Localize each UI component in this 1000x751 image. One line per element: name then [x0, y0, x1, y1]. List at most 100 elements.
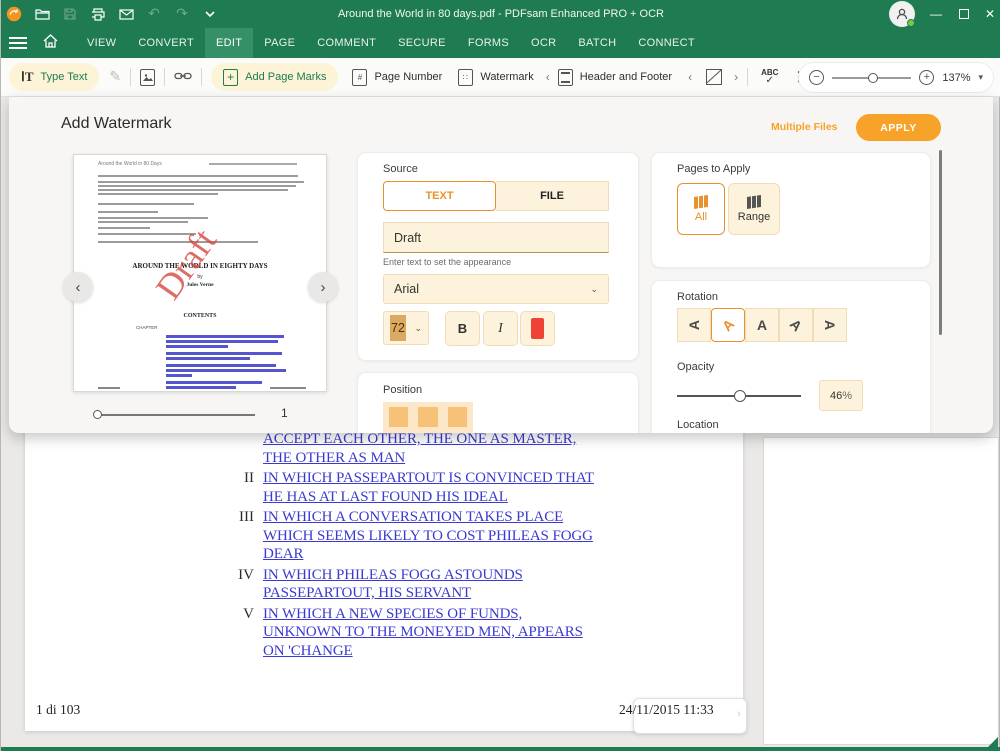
zoom-slider-thumb[interactable]	[867, 72, 878, 83]
rotation-glyph: A	[686, 319, 702, 331]
add-page-marks-button[interactable]: + Add Page Marks	[211, 63, 339, 91]
menu-forms[interactable]: FORMS	[457, 28, 520, 58]
open-file-icon[interactable]	[34, 6, 50, 22]
home-icon[interactable]	[43, 33, 58, 53]
rotate-0-button[interactable]: A	[745, 308, 779, 342]
watermark-text-input[interactable]: Draft	[383, 222, 609, 253]
zoom-in-icon[interactable]: +	[919, 70, 935, 85]
watermark-button[interactable]: ∷ Watermark	[458, 68, 534, 86]
hamburger-menu-icon[interactable]	[9, 37, 27, 49]
color-swatch	[531, 318, 544, 339]
resize-grip[interactable]	[988, 737, 998, 747]
chapter-link[interactable]: THE OTHER AS MAN	[263, 449, 576, 468]
opacity-slider-thumb[interactable]	[734, 390, 746, 402]
image-icon[interactable]	[140, 68, 156, 86]
type-text-button[interactable]: ⅠT Type Text	[9, 63, 100, 91]
chapter-link[interactable]: WHICH SEEMS LIKELY TO COST PHILEAS FOGG	[263, 527, 593, 546]
color-swatch-button[interactable]	[520, 311, 555, 346]
zoom-out-icon[interactable]: −	[809, 70, 824, 85]
divider	[130, 68, 132, 86]
maximize-button[interactable]	[951, 0, 977, 28]
pencil-icon[interactable]: ✎	[109, 69, 121, 85]
multiple-files-link[interactable]: Multiple Files	[771, 121, 838, 133]
preview-page-slider[interactable]	[93, 410, 255, 419]
position-cell[interactable]	[447, 407, 467, 427]
print-icon[interactable]	[90, 6, 106, 22]
menu-connect[interactable]: CONNECT	[627, 28, 706, 58]
zoom-caret-icon[interactable]: ▾	[978, 72, 983, 83]
rotate-minus-90-button[interactable]: A	[677, 308, 711, 342]
rotate-minus-45-button[interactable]: A	[711, 308, 745, 342]
menu-ocr[interactable]: OCR	[520, 28, 567, 58]
font-size-select[interactable]: 72 ⌄	[383, 311, 429, 345]
pages-range-button[interactable]: Range	[728, 183, 780, 235]
menu-view[interactable]: VIEW	[76, 28, 127, 58]
tab-file[interactable]: FILE	[496, 181, 609, 211]
chevron-down-icon[interactable]	[202, 6, 218, 22]
redo-icon[interactable]: ↷	[174, 6, 190, 22]
font-select-caret-icon: ⌄	[590, 283, 598, 294]
position-grid[interactable]	[383, 402, 473, 433]
text-line-placeholder	[209, 163, 297, 165]
dialog-title: Add Watermark	[61, 115, 172, 132]
apply-button[interactable]: APPLY	[856, 114, 941, 141]
font-family-select[interactable]: Arial ⌄	[383, 274, 609, 304]
chapter-link[interactable]: IN WHICH PHILEAS FOGG ASTOUNDS	[263, 566, 523, 585]
rotation-label: Rotation	[677, 291, 718, 303]
chapter-link[interactable]: IN WHICH A NEW SPECIES OF FUNDS,	[263, 605, 583, 624]
chapter-link[interactable]: PASSEPARTOUT, HIS SERVANT	[263, 584, 523, 603]
spellcheck-button[interactable]: ABC ✓	[761, 69, 778, 86]
opacity-value: 46	[830, 389, 843, 402]
position-cell[interactable]	[389, 407, 409, 427]
app-logo-icon[interactable]	[6, 6, 22, 22]
chapter-row: IV IN WHICH PHILEAS FOGG ASTOUNDS PASSEP…	[237, 566, 637, 603]
save-icon[interactable]	[62, 6, 78, 22]
menu-convert[interactable]: CONVERT	[127, 28, 205, 58]
dialog-scrollbar[interactable]	[939, 150, 942, 335]
preview-next-button[interactable]: ›	[308, 272, 338, 302]
minimize-button[interactable]: —	[923, 0, 949, 28]
tab-text[interactable]: TEXT	[383, 181, 496, 211]
rotate-90-button[interactable]: A	[813, 308, 847, 342]
position-cell[interactable]	[418, 407, 438, 427]
zoom-slider[interactable]	[831, 72, 912, 83]
menu-comment[interactable]: COMMENT	[306, 28, 387, 58]
opacity-value-box[interactable]: 46 %	[819, 380, 863, 411]
menu-edit[interactable]: EDIT	[205, 28, 254, 58]
pages-all-label: All	[694, 210, 708, 223]
undo-icon[interactable]: ↶	[146, 6, 162, 22]
chapter-link[interactable]: ON 'CHANGE	[263, 642, 583, 661]
chapter-link[interactable]: UNKNOWN TO THE MONEYED MEN, APPEARS	[263, 623, 583, 642]
location-label: Location	[677, 419, 719, 431]
chapter-link[interactable]: IN WHICH PASSEPARTOUT IS CONVINCED THAT	[263, 469, 594, 488]
chevron-right-icon[interactable]: ›	[734, 70, 738, 84]
pages-all-button[interactable]: All	[677, 183, 725, 235]
pages-range-label: Range	[737, 210, 771, 223]
user-avatar[interactable]	[889, 1, 915, 27]
menu-page[interactable]: PAGE	[253, 28, 306, 58]
preview-prev-button[interactable]: ‹	[63, 272, 93, 302]
rotate-45-button[interactable]: A	[779, 308, 813, 342]
text-line-placeholder	[270, 387, 306, 389]
page-number-button[interactable]: # Page Number	[352, 68, 442, 86]
close-button[interactable]: ✕	[977, 0, 1000, 28]
link-line-placeholder	[166, 335, 284, 338]
popup-chevron-right-icon[interactable]: ›	[737, 708, 741, 720]
scroll-left-icon[interactable]: ‹	[546, 70, 550, 84]
menu-batch[interactable]: BATCH	[567, 28, 627, 58]
chevron-left-icon[interactable]: ‹	[688, 70, 692, 84]
link-icon[interactable]	[174, 68, 192, 86]
preview-page-slider-thumb[interactable]	[93, 410, 102, 419]
bold-button[interactable]: B	[445, 311, 480, 346]
chapter-link[interactable]: IN WHICH A CONVERSATION TAKES PLACE	[263, 508, 593, 527]
chapter-numeral: II	[244, 470, 254, 486]
menu-secure[interactable]: SECURE	[387, 28, 457, 58]
chapter-link[interactable]: DEAR	[263, 545, 593, 564]
italic-button[interactable]: I	[483, 311, 518, 346]
opacity-slider[interactable]	[677, 390, 801, 402]
signature-icon[interactable]	[706, 69, 723, 85]
source-label: Source	[383, 163, 418, 175]
header-footer-button[interactable]: Header and Footer	[557, 68, 672, 86]
mail-icon[interactable]	[118, 6, 134, 22]
chapter-link[interactable]: HE HAS AT LAST FOUND HIS IDEAL	[263, 488, 594, 507]
